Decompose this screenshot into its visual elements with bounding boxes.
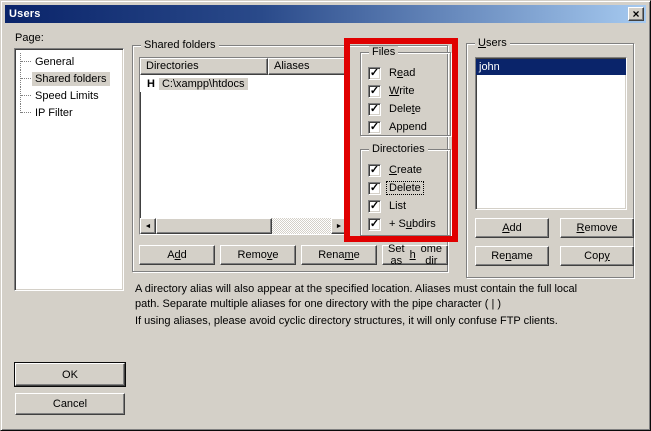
check-icon: ✓ (370, 86, 379, 96)
list-checkbox-label: List (387, 200, 408, 212)
listview-header: Directories Aliases (140, 58, 347, 75)
tree-item-general[interactable]: General (15, 53, 123, 70)
ok-button[interactable]: OK (15, 363, 125, 386)
directories-group-label: Directories (369, 143, 428, 155)
scrollbar-thumb[interactable] (156, 218, 272, 234)
tree-connector (20, 104, 32, 121)
delete-file-checkbox[interactable]: ✓ (368, 103, 381, 116)
tree-item-shared-folders[interactable]: Shared folders (15, 70, 123, 87)
delete-file-checkbox-label: Delete (387, 103, 423, 115)
page-tree: General Shared folders Speed Limits IP F… (14, 48, 124, 291)
home-marker: H (140, 78, 159, 90)
read-checkbox[interactable]: ✓ (368, 67, 381, 80)
directory-row[interactable]: H C:\xampp\htdocs (140, 75, 347, 92)
users-group: Users john Add Remove Rename Copy (466, 43, 634, 278)
tree-item-label[interactable]: Shared folders (32, 72, 110, 86)
tree-item-label[interactable]: Speed Limits (32, 89, 102, 103)
remove-user-button[interactable]: Remove (560, 218, 634, 238)
write-checkbox-label: Write (387, 85, 416, 97)
scroll-right-button[interactable]: ► (331, 218, 347, 234)
window-title: Users (5, 8, 41, 20)
alias-help-text-line2: path. Separate multiple aliases for one … (135, 298, 501, 310)
checkbox-row-write[interactable]: ✓ Write (368, 83, 416, 99)
remove-folder-button[interactable]: Remove (220, 245, 296, 265)
users-group-label: Users (475, 37, 510, 49)
directories-listview: Directories Aliases H C:\xampp\htdocs ◄ … (139, 57, 348, 235)
append-checkbox[interactable]: ✓ (368, 121, 381, 134)
files-group-label: Files (369, 46, 398, 58)
directory-path[interactable]: C:\xampp\htdocs (159, 78, 248, 90)
files-permissions-group: Files ✓ Read ✓ Write ✓ Delete ✓ Append (360, 52, 451, 136)
read-checkbox-label: Read (387, 67, 417, 79)
checkbox-row-append[interactable]: ✓ Append (368, 119, 429, 135)
tree-item-ip-filter[interactable]: IP Filter (15, 104, 123, 121)
set-as-home-dir-button[interactable]: Set as home dir (382, 245, 448, 265)
check-icon: ✓ (370, 219, 379, 229)
create-checkbox[interactable]: ✓ (368, 164, 381, 177)
delete-dir-checkbox-label: Delete (387, 182, 423, 194)
page-label: Page: (15, 32, 44, 44)
checkbox-row-list[interactable]: ✓ List (368, 198, 408, 214)
tree-item-speed-limits[interactable]: Speed Limits (15, 87, 123, 104)
shared-folders-group-label: Shared folders (141, 39, 219, 51)
alias-help-text-line1: A directory alias will also appear at th… (135, 283, 577, 295)
rename-folder-button[interactable]: Rename (301, 245, 377, 265)
tree-connector (20, 70, 32, 87)
column-header-directories[interactable]: Directories (140, 58, 268, 75)
users-listbox: john (475, 57, 627, 210)
user-list-item[interactable]: john (476, 59, 626, 75)
write-checkbox[interactable]: ✓ (368, 85, 381, 98)
cancel-button[interactable]: Cancel (15, 393, 125, 415)
check-icon: ✓ (370, 104, 379, 114)
check-icon: ✓ (370, 201, 379, 211)
checkbox-row-delete-file[interactable]: ✓ Delete (368, 101, 423, 117)
copy-user-button[interactable]: Copy (560, 246, 634, 266)
arrow-left-icon: ◄ (145, 223, 152, 230)
tree-connector (20, 87, 32, 104)
tree-item-label[interactable]: IP Filter (32, 106, 76, 120)
subdirs-checkbox[interactable]: ✓ (368, 218, 381, 231)
create-checkbox-label: Create (387, 164, 424, 176)
title-bar[interactable]: Users × (5, 5, 646, 23)
check-icon: ✓ (370, 122, 379, 132)
check-icon: ✓ (370, 183, 379, 193)
append-checkbox-label: Append (387, 121, 429, 133)
rename-user-button[interactable]: Rename (475, 246, 549, 266)
close-button[interactable]: × (628, 7, 644, 21)
list-checkbox[interactable]: ✓ (368, 200, 381, 213)
users-dialog: Users × Page: General Shared folders Spe… (0, 0, 651, 431)
add-folder-button[interactable]: Add (139, 245, 215, 265)
directories-permissions-group: Directories ✓ Create ✓ Delete ✓ List ✓ +… (360, 149, 451, 236)
alias-help-text-line3: If using aliases, please avoid cyclic di… (135, 315, 558, 327)
delete-dir-checkbox[interactable]: ✓ (368, 182, 381, 195)
checkbox-row-delete-dir[interactable]: ✓ Delete (368, 180, 423, 196)
horizontal-scrollbar[interactable]: ◄ ► (140, 218, 347, 234)
subdirs-checkbox-label: + Subdirs (387, 218, 438, 230)
column-header-aliases[interactable]: Aliases (268, 58, 347, 75)
scroll-left-button[interactable]: ◄ (140, 218, 156, 234)
checkbox-row-create[interactable]: ✓ Create (368, 162, 424, 178)
check-icon: ✓ (370, 68, 379, 78)
arrow-right-icon: ► (336, 223, 343, 230)
add-user-button[interactable]: Add (475, 218, 549, 238)
close-icon: × (632, 9, 639, 19)
checkbox-row-read[interactable]: ✓ Read (368, 65, 417, 81)
checkbox-row-subdirs[interactable]: ✓ + Subdirs (368, 216, 438, 232)
check-icon: ✓ (370, 165, 379, 175)
tree-item-label[interactable]: General (32, 55, 77, 69)
tree-connector (20, 53, 32, 70)
